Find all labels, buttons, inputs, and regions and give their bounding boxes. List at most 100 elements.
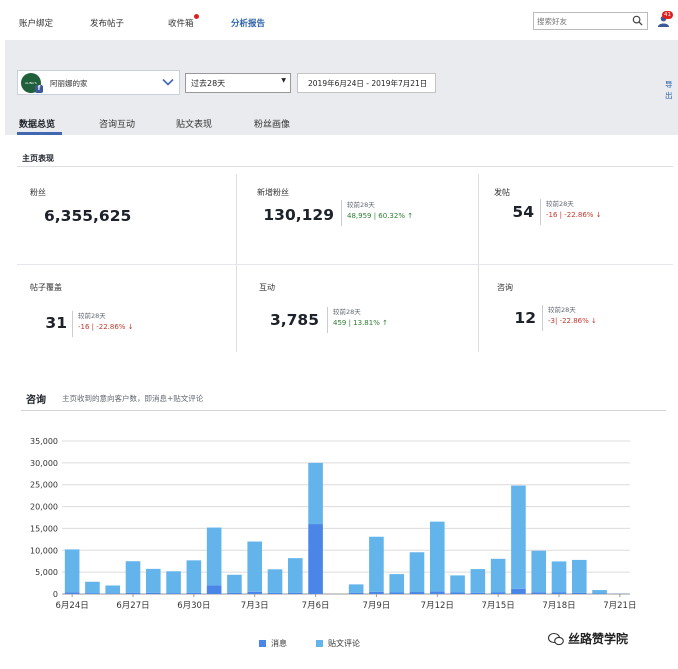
metric-label-engagement: 互动 <box>259 283 275 292</box>
arrow-down-icon: ↓ <box>595 211 602 219</box>
bar-messages <box>429 591 445 594</box>
top-nav: 账户绑定 发布帖子 收件箱 分析报告 41 <box>0 0 678 40</box>
page-selector[interactable]: ALINA'S HOUSE f 阿丽娜的家 <box>17 70 180 95</box>
bar-post-comments <box>592 590 607 594</box>
bar-messages <box>450 592 465 594</box>
x-tick-label: 7月9日 <box>363 601 391 611</box>
bar-post-comments <box>389 574 405 593</box>
export-link[interactable]: 导出 <box>665 79 678 101</box>
friend-requests-button[interactable]: 41 <box>657 11 673 28</box>
metric-label-new-fans: 新增粉丝 <box>257 188 289 197</box>
tab-bar: 数据总览 咨询互动 贴文表现 粉丝画像 <box>5 112 678 135</box>
compare-post-reach: 较前28天 -16 | -22.86% ↓ <box>72 311 134 337</box>
bar-messages <box>64 592 80 594</box>
bar-post-comments <box>531 550 547 593</box>
legend-swatch <box>316 640 323 647</box>
grid-divider-h <box>17 264 673 265</box>
date-range-value: 2019年6月24日 - 2019年7月21日 <box>308 79 428 88</box>
metric-value-fans: 6,355,625 <box>44 207 132 225</box>
friend-search-box <box>533 12 648 30</box>
bar-messages <box>247 591 263 594</box>
compare-value: 459 | 13.81% <box>333 319 380 327</box>
x-tick-label: 7月15日 <box>482 601 515 611</box>
section-divider <box>17 166 673 167</box>
legend-label: 消息 <box>271 639 287 648</box>
page-name: 阿丽娜的家 <box>50 79 88 88</box>
chart-divider <box>21 410 666 411</box>
bar-messages <box>308 524 323 594</box>
bar-messages <box>145 592 161 594</box>
bar-messages <box>490 592 506 594</box>
wechat-icon <box>548 632 564 645</box>
metric-value-engagement: 3,785 <box>269 311 319 329</box>
nav-publish-post[interactable]: 发布帖子 <box>90 17 124 29</box>
inquiry-bar-chart: 0 5,000 10,000 15,000 20,000 25,000 30,000 35,0… <box>30 437 636 611</box>
bar-messages <box>227 592 242 594</box>
bar-post-comments <box>308 462 323 525</box>
y-tick-label: 5,000 <box>35 568 58 577</box>
bar-post-comments <box>186 560 202 593</box>
grid-divider-v1 <box>236 174 237 352</box>
bar-post-comments <box>227 574 242 593</box>
bar-post-comments <box>247 541 263 592</box>
bar-messages <box>551 592 567 594</box>
bar-post-comments <box>85 581 100 594</box>
bar-messages <box>166 593 181 594</box>
bar-messages <box>287 592 303 594</box>
nav-account-binding[interactable]: 账户绑定 <box>19 17 53 29</box>
tab-overview[interactable]: 数据总览 <box>19 117 55 130</box>
bar-post-comments <box>145 568 161 593</box>
legend-label: 贴文评论 <box>328 639 360 648</box>
x-tick-label: 7月12日 <box>421 601 454 611</box>
compare-label: 较前28天 <box>347 201 375 209</box>
tab-post-performance[interactable]: 贴文表现 <box>176 117 212 130</box>
bar-messages <box>105 593 121 594</box>
compare-new-fans: 较前28天 48,959 | 60.32% ↑ <box>341 200 413 226</box>
tab-fan-profile[interactable]: 粉丝画像 <box>254 117 290 130</box>
bar-post-comments <box>571 559 587 593</box>
compare-label: 较前28天 <box>546 200 574 208</box>
metric-label-posts: 发帖 <box>494 188 510 197</box>
bar-messages <box>531 592 547 594</box>
metric-label-post-reach: 帖子覆盖 <box>30 283 62 292</box>
bar-post-comments <box>287 558 303 593</box>
y-tick-label: 25,000 <box>30 481 58 490</box>
x-tick-label: 7月18日 <box>542 601 575 611</box>
time-range-select[interactable]: 过去28天 ▼ <box>185 73 291 93</box>
compare-label: 较前28天 <box>78 312 106 320</box>
date-range-picker[interactable]: 2019年6月24日 - 2019年7月21日 <box>297 73 436 93</box>
bar-post-comments <box>369 536 384 592</box>
bar-post-comments <box>166 571 181 594</box>
x-tick-label: 7月21日 <box>603 601 636 611</box>
compare-inquiries: 较前28天 -3| -22.86% ↓ <box>542 305 597 331</box>
bar-post-comments <box>490 558 506 593</box>
tab-inquiry-interaction[interactable]: 咨询互动 <box>99 117 135 130</box>
inbox-unread-dot <box>194 14 199 19</box>
legend-item-messages[interactable]: 消息 <box>259 638 287 649</box>
y-tick-label: 35,000 <box>30 437 58 446</box>
bar-messages <box>409 592 425 594</box>
compare-value: 48,959 | 60.32% <box>347 212 405 220</box>
y-tick-label: 10,000 <box>30 546 58 555</box>
bar-post-comments <box>551 561 567 593</box>
legend-swatch <box>259 640 266 647</box>
nav-analytics-report[interactable]: 分析报告 <box>231 17 265 29</box>
search-icon[interactable] <box>632 15 643 26</box>
bar-messages <box>511 588 526 594</box>
bar-messages <box>125 592 141 594</box>
bar-post-comments <box>64 549 80 593</box>
friend-search-input[interactable] <box>534 13 629 29</box>
bar-post-comments <box>105 585 121 594</box>
legend-item-post-comments[interactable]: 贴文评论 <box>316 638 360 649</box>
chevron-down-icon <box>162 78 174 86</box>
time-range-value: 过去28天 <box>191 79 226 88</box>
bar-messages <box>470 592 486 594</box>
bar-post-comments <box>409 552 425 593</box>
compare-value: -16 | -22.86% <box>78 323 126 331</box>
notification-badge: 41 <box>662 11 673 19</box>
bar-post-comments <box>429 521 445 592</box>
bar-messages <box>389 592 405 594</box>
nav-inbox[interactable]: 收件箱 <box>168 17 194 29</box>
x-tick-label: 6月27日 <box>116 601 149 611</box>
metric-value-posts: 54 <box>512 203 534 221</box>
